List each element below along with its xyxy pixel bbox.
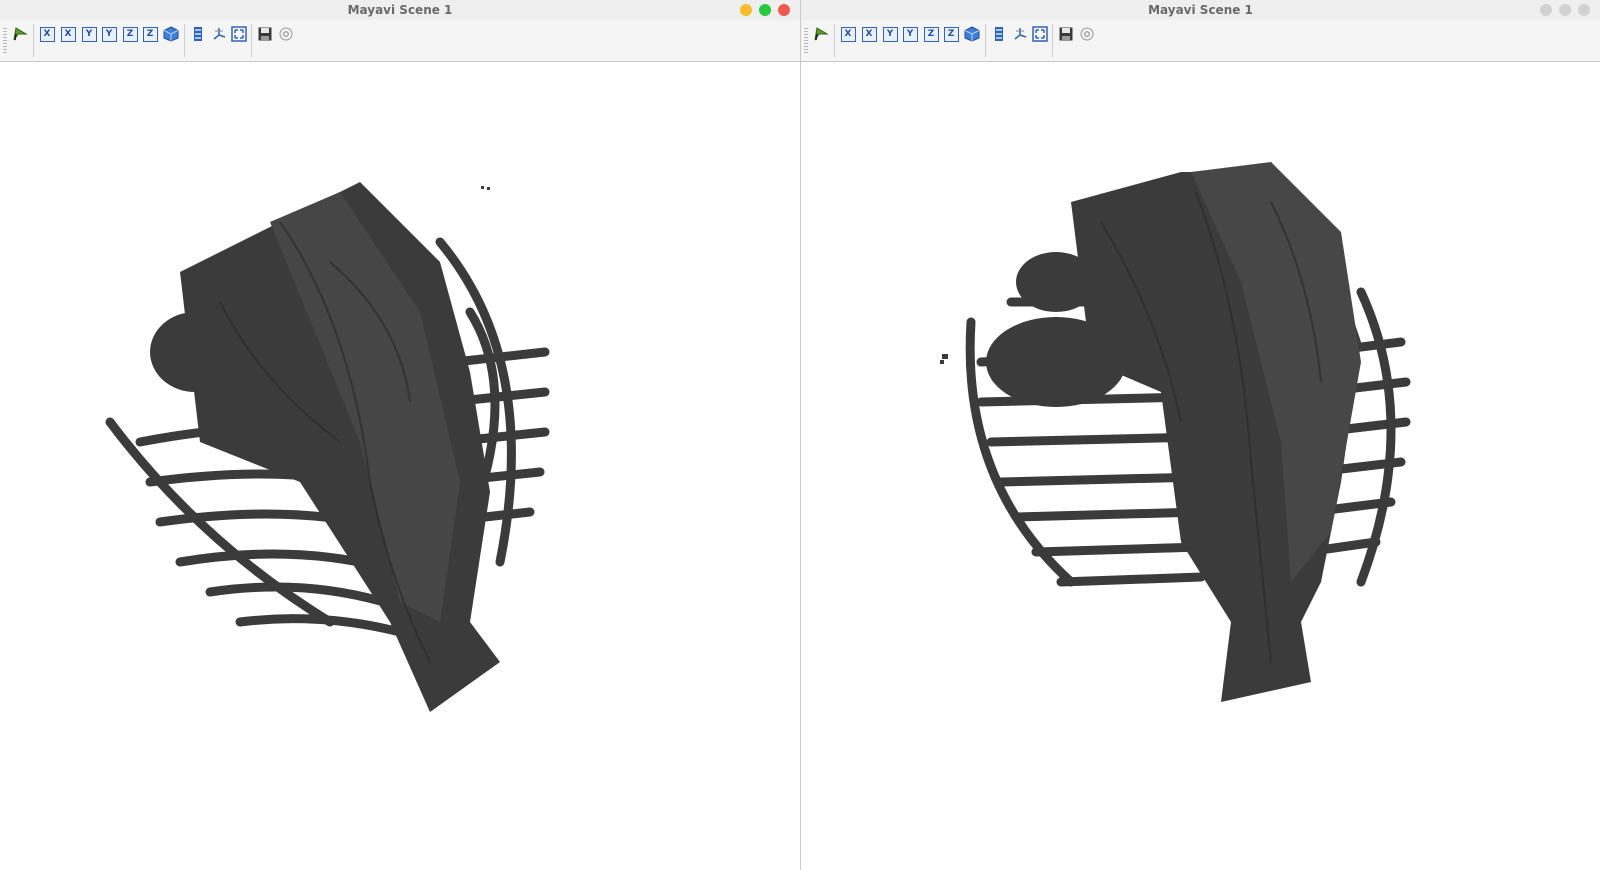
view-z-plus-icon[interactable]: Z xyxy=(121,25,139,43)
configure-icon[interactable] xyxy=(1078,25,1096,43)
pipeline-icon[interactable] xyxy=(11,25,29,43)
full-screen-icon[interactable] xyxy=(1031,25,1049,43)
maximize-button[interactable] xyxy=(759,4,771,16)
parallel-projection-icon[interactable] xyxy=(189,25,207,43)
stray-voxels xyxy=(940,354,948,364)
stray-voxels xyxy=(481,186,490,190)
title-bar[interactable]: Mayavi Scene 1 xyxy=(801,0,1600,20)
view-z-minus-icon[interactable]: Z xyxy=(942,25,960,43)
scene-toolbar: X X Y Y Z Z xyxy=(801,20,1600,62)
view-y-plus-icon[interactable]: Y xyxy=(881,25,899,43)
view-z-minus-icon[interactable]: Z xyxy=(141,25,159,43)
view-x-plus-icon[interactable]: X xyxy=(38,25,56,43)
close-button[interactable] xyxy=(778,4,790,16)
parallel-projection-icon[interactable] xyxy=(990,25,1008,43)
3d-scene-viewport[interactable] xyxy=(0,62,800,870)
mayavi-window-left: Mayavi Scene 1 X X Y Y Z Z xyxy=(0,0,800,870)
view-x-plus-icon[interactable]: X xyxy=(839,25,857,43)
window-title: Mayavi Scene 1 xyxy=(347,3,453,17)
save-icon[interactable] xyxy=(1057,25,1075,43)
window-controls xyxy=(1540,4,1590,16)
window-title: Mayavi Scene 1 xyxy=(1148,3,1253,17)
window-controls xyxy=(740,4,790,16)
minimize-button[interactable] xyxy=(1540,4,1552,16)
spine-and-organ-surface xyxy=(986,162,1361,702)
toolbar-separator xyxy=(1052,24,1053,57)
view-z-plus-icon[interactable]: Z xyxy=(922,25,940,43)
toolbar-separator xyxy=(251,24,252,57)
rendered-surface xyxy=(940,162,1411,702)
view-y-minus-icon[interactable]: Y xyxy=(901,25,919,43)
minimize-button[interactable] xyxy=(740,4,752,16)
close-button[interactable] xyxy=(1578,4,1590,16)
toolbar-grip[interactable] xyxy=(804,28,808,54)
view-x-minus-icon[interactable]: X xyxy=(860,25,878,43)
toolbar-separator xyxy=(985,24,986,57)
toolbar-separator xyxy=(834,24,835,57)
toolbar-grip[interactable] xyxy=(3,28,7,54)
full-screen-icon[interactable] xyxy=(230,25,248,43)
view-y-minus-icon[interactable]: Y xyxy=(100,25,118,43)
axes-indicator-icon[interactable] xyxy=(1011,25,1029,43)
3d-scene-viewport[interactable] xyxy=(801,62,1600,870)
configure-icon[interactable] xyxy=(277,25,295,43)
toolbar-separator xyxy=(33,24,34,57)
view-x-minus-icon[interactable]: X xyxy=(59,25,77,43)
scene-toolbar: X X Y Y Z Z xyxy=(0,20,800,62)
isometric-view-icon[interactable] xyxy=(963,25,981,43)
view-y-plus-icon[interactable]: Y xyxy=(80,25,98,43)
toolbar-separator xyxy=(184,24,185,57)
desktop: Mayavi Scene 1 X X Y Y Z Z Mayavi Scene … xyxy=(0,0,1600,870)
rendered-surface xyxy=(105,182,550,712)
axes-indicator-icon[interactable] xyxy=(210,25,228,43)
save-icon[interactable] xyxy=(256,25,274,43)
mayavi-window-right: Mayavi Scene 1 X X Y Y Z Z xyxy=(800,0,1600,870)
title-bar[interactable]: Mayavi Scene 1 xyxy=(0,0,800,20)
maximize-button[interactable] xyxy=(1559,4,1571,16)
spine-and-organ-surface xyxy=(150,182,500,712)
pipeline-icon[interactable] xyxy=(812,25,830,43)
isometric-view-icon[interactable] xyxy=(162,25,180,43)
